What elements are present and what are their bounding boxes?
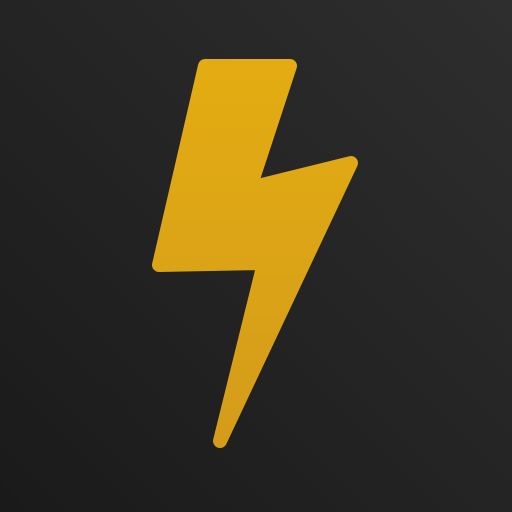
- app-icon-svg: [0, 0, 512, 512]
- app-icon-canvas: [0, 0, 512, 512]
